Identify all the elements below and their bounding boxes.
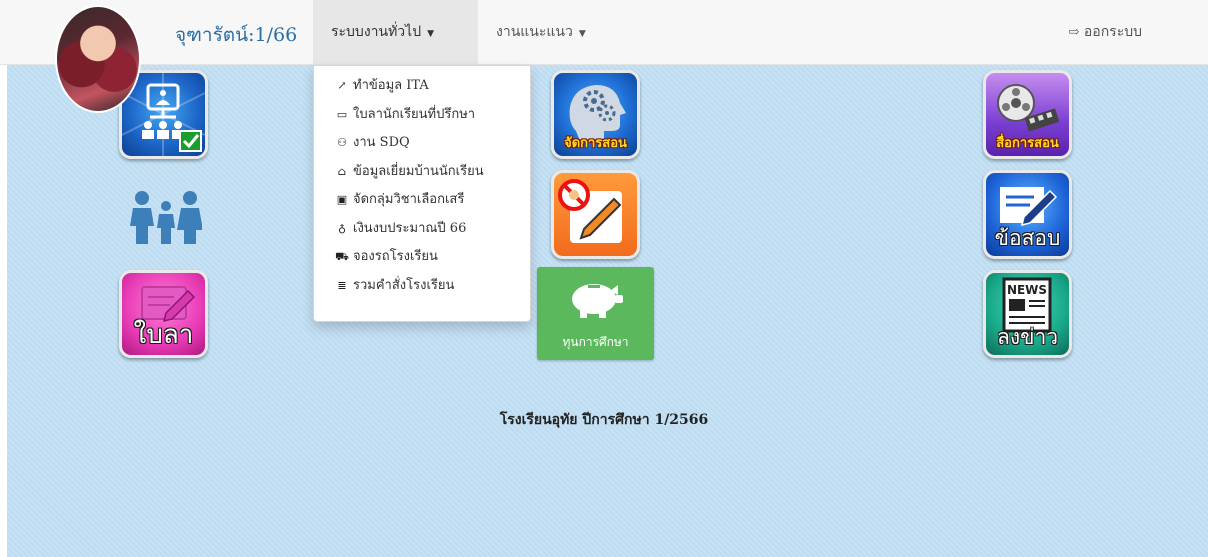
piggy-bank-icon bbox=[572, 284, 623, 318]
menu-item-budget[interactable]: ♁ เงินงบประมาณปี 66 bbox=[314, 215, 530, 244]
car-icon: ⛟ bbox=[335, 250, 349, 263]
document-icon: ≣ bbox=[337, 278, 347, 292]
teaching-media-tile[interactable]: สื่อการสอน bbox=[983, 70, 1072, 159]
menu-item-label: จองรถโรงเรียน bbox=[353, 249, 438, 264]
teaching-management-tile[interactable]: จัดการสอน bbox=[551, 70, 640, 159]
leave-tile-label: ใบลา bbox=[133, 320, 194, 350]
menu-item-book-car[interactable]: ⛟ จองรถโรงเรียน bbox=[314, 243, 530, 272]
menu-guidance-label: งานแนะแนว bbox=[496, 24, 573, 40]
teaching-media-label: สื่อการสอน bbox=[996, 136, 1059, 151]
paper-pen-icon bbox=[558, 179, 622, 243]
menu-item-school-orders[interactable]: ≣ รวมคำสั่งโรงเรียน bbox=[314, 272, 530, 301]
exam-tile[interactable]: ข้อสอบ bbox=[983, 170, 1072, 259]
people-icon: ⚇ bbox=[337, 136, 347, 149]
general-system-dropdown: ↗ ทำข้อมูล ITA ▭ ใบลานักเรียนที่ปรึกษา ⚇ งา… bbox=[313, 65, 531, 322]
wrench-icon: ↗ bbox=[337, 79, 347, 92]
school-year-text: โรงเรียนอุทัย ปีการศึกษา 1/2566 bbox=[499, 412, 709, 428]
book-icon: ▣ bbox=[336, 193, 348, 206]
menu-item-label: งาน SDQ bbox=[353, 135, 410, 150]
menu-item-label: ข้อมูลเยี่ยมบ้านนักเรียน bbox=[353, 163, 484, 179]
menu-item-label: ทำข้อมูล ITA bbox=[353, 78, 429, 93]
post-news-tile[interactable]: NEWS ลงข่าว bbox=[983, 270, 1072, 358]
menu-item-home-visit[interactable]: ⌂ ข้อมูลเยี่ยมบ้านนักเรียน bbox=[314, 158, 530, 187]
caret-down-icon: ▼ bbox=[427, 29, 435, 39]
family-icon[interactable] bbox=[130, 188, 202, 244]
menu-item-label: เงินงบประมาณปี 66 bbox=[353, 220, 467, 236]
exam-label: ข้อสอบ bbox=[994, 226, 1061, 250]
id-card-icon: ▭ bbox=[336, 107, 348, 121]
brand-user-link[interactable]: จุฑารัตน์:1/66 bbox=[175, 20, 297, 50]
menu-item-label: รวมคำสั่งโรงเรียน bbox=[353, 277, 455, 293]
presentation-icon bbox=[122, 73, 205, 156]
home-icon: ⌂ bbox=[337, 164, 347, 178]
menu-item-elective-groups[interactable]: ▣ จัดกลุ่มวิชาเลือกเสรี bbox=[314, 186, 530, 215]
menu-item-ita[interactable]: ↗ ทำข้อมูล ITA bbox=[314, 72, 530, 101]
user-avatar[interactable] bbox=[57, 7, 139, 111]
scholarship-tile[interactable]: ทุนการศึกษา bbox=[537, 267, 654, 360]
menu-item-advisor-leave[interactable]: ▭ ใบลานักเรียนที่ปรึกษา bbox=[314, 101, 530, 130]
money-bag-icon: ♁ bbox=[337, 221, 347, 235]
caret-down-icon: ▼ bbox=[578, 29, 586, 39]
no-cheating-tile[interactable] bbox=[551, 170, 640, 259]
top-navbar: จุฑารัตน์:1/66 ระบบงานทั่วไป ▼ งานแนะแนว ▼… bbox=[0, 0, 1208, 65]
leave-tile[interactable]: ใบลา bbox=[119, 270, 208, 358]
menu-item-label: ใบลานักเรียนที่ปรึกษา bbox=[353, 106, 476, 122]
menu-item-label: จัดกลุ่มวิชาเลือกเสรี bbox=[353, 192, 465, 207]
menu-general-system[interactable]: ระบบงานทั่วไป ▼ bbox=[313, 0, 478, 64]
logout-icon: ⇨ bbox=[1068, 25, 1080, 40]
logout-link[interactable]: ⇨ ออกระบบ bbox=[1069, 0, 1142, 64]
news-banner-text: NEWS bbox=[1007, 283, 1047, 297]
teaching-management-label: จัดการสอน bbox=[564, 136, 627, 151]
menu-item-sdq[interactable]: ⚇ งาน SDQ bbox=[314, 129, 530, 158]
post-news-label: ลงข่าว bbox=[996, 325, 1059, 349]
scholarship-label: ทุนการศึกษา bbox=[562, 335, 629, 349]
menu-guidance[interactable]: งานแนะแนว ▼ bbox=[478, 0, 618, 64]
logout-label: ออกระบบ bbox=[1083, 24, 1142, 40]
menu-general-system-label: ระบบงานทั่วไป bbox=[331, 24, 422, 40]
